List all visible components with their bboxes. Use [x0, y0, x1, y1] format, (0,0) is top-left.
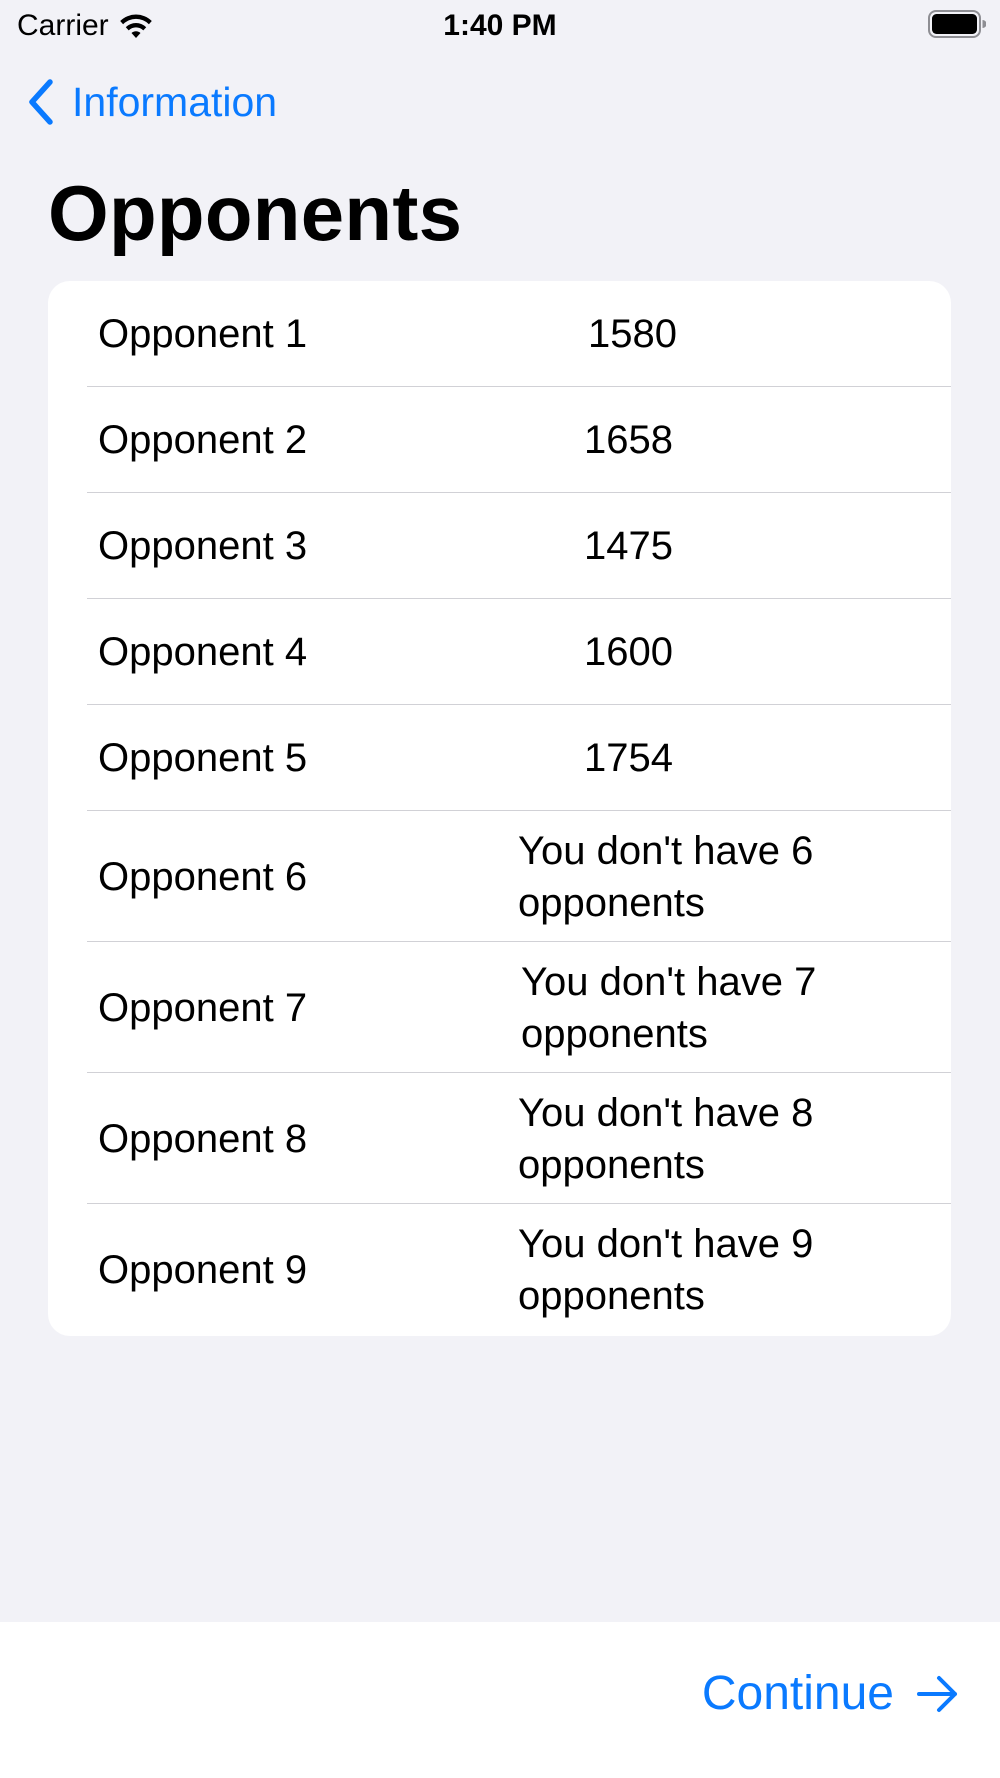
- table-row[interactable]: Opponent 7 You don't have 7 opponents: [48, 942, 951, 1073]
- table-row[interactable]: Opponent 8 You don't have 8 opponents: [48, 1073, 951, 1204]
- status-time: 1:40 PM: [443, 9, 557, 42]
- continue-button-label: Continue: [701, 1667, 894, 1720]
- opponent-label: Opponent 4: [98, 630, 308, 674]
- continue-button[interactable]: Continue: [702, 1666, 960, 1721]
- opponent-label: Opponent 6: [98, 854, 308, 899]
- table-row[interactable]: Opponent 9 You don't have 9 opponents: [48, 1204, 951, 1336]
- chevron-left-icon: [29, 79, 53, 125]
- opponent-rating: 1658: [584, 418, 673, 462]
- opponent-label: Opponent 3: [98, 524, 308, 568]
- opponent-label: Opponent 2: [98, 418, 308, 462]
- opponent-rating: 1754: [584, 736, 673, 780]
- opponent-label: Opponent 1: [98, 312, 308, 356]
- opponent-label: Opponent 7: [98, 985, 308, 1030]
- arrow-right-icon: [917, 1675, 957, 1712]
- back-button[interactable]: Information: [26, 72, 277, 132]
- opponent-rating: You don't have 6 opponents: [518, 828, 814, 925]
- table-row[interactable]: Opponent 2 1658: [48, 387, 951, 493]
- opponent-rating: You don't have 7 opponents: [521, 959, 817, 1056]
- opponent-rating: 1475: [584, 524, 673, 568]
- battery-icon: [928, 10, 986, 38]
- table-row[interactable]: Opponent 6 You don't have 6 opponents: [48, 811, 951, 942]
- table-row[interactable]: Opponent 1 1580: [48, 281, 951, 387]
- opponents-list: Opponent 1 1580 Opponent 2 1658 Opponent…: [48, 281, 951, 1336]
- table-row[interactable]: Opponent 5 1754: [48, 705, 951, 811]
- opponent-rating: You don't have 8 opponents: [518, 1090, 814, 1187]
- opponent-rating: You don't have 9 opponents: [518, 1222, 814, 1318]
- opponent-label: Opponent 9: [98, 1248, 308, 1292]
- page-title: Opponents: [48, 169, 463, 257]
- table-row[interactable]: Opponent 4 1600: [48, 599, 951, 705]
- back-button-label: Information: [72, 78, 278, 125]
- opponent-rating: 1580: [588, 312, 677, 356]
- status-bar: Carrier 1:40 PM: [0, 0, 1000, 54]
- bottom-toolbar: Continue: [0, 1622, 1000, 1778]
- opponent-label: Opponent 5: [98, 736, 308, 780]
- opponent-label: Opponent 8: [98, 1116, 308, 1161]
- opponent-rating: 1600: [584, 630, 673, 674]
- table-row[interactable]: Opponent 3 1475: [48, 493, 951, 599]
